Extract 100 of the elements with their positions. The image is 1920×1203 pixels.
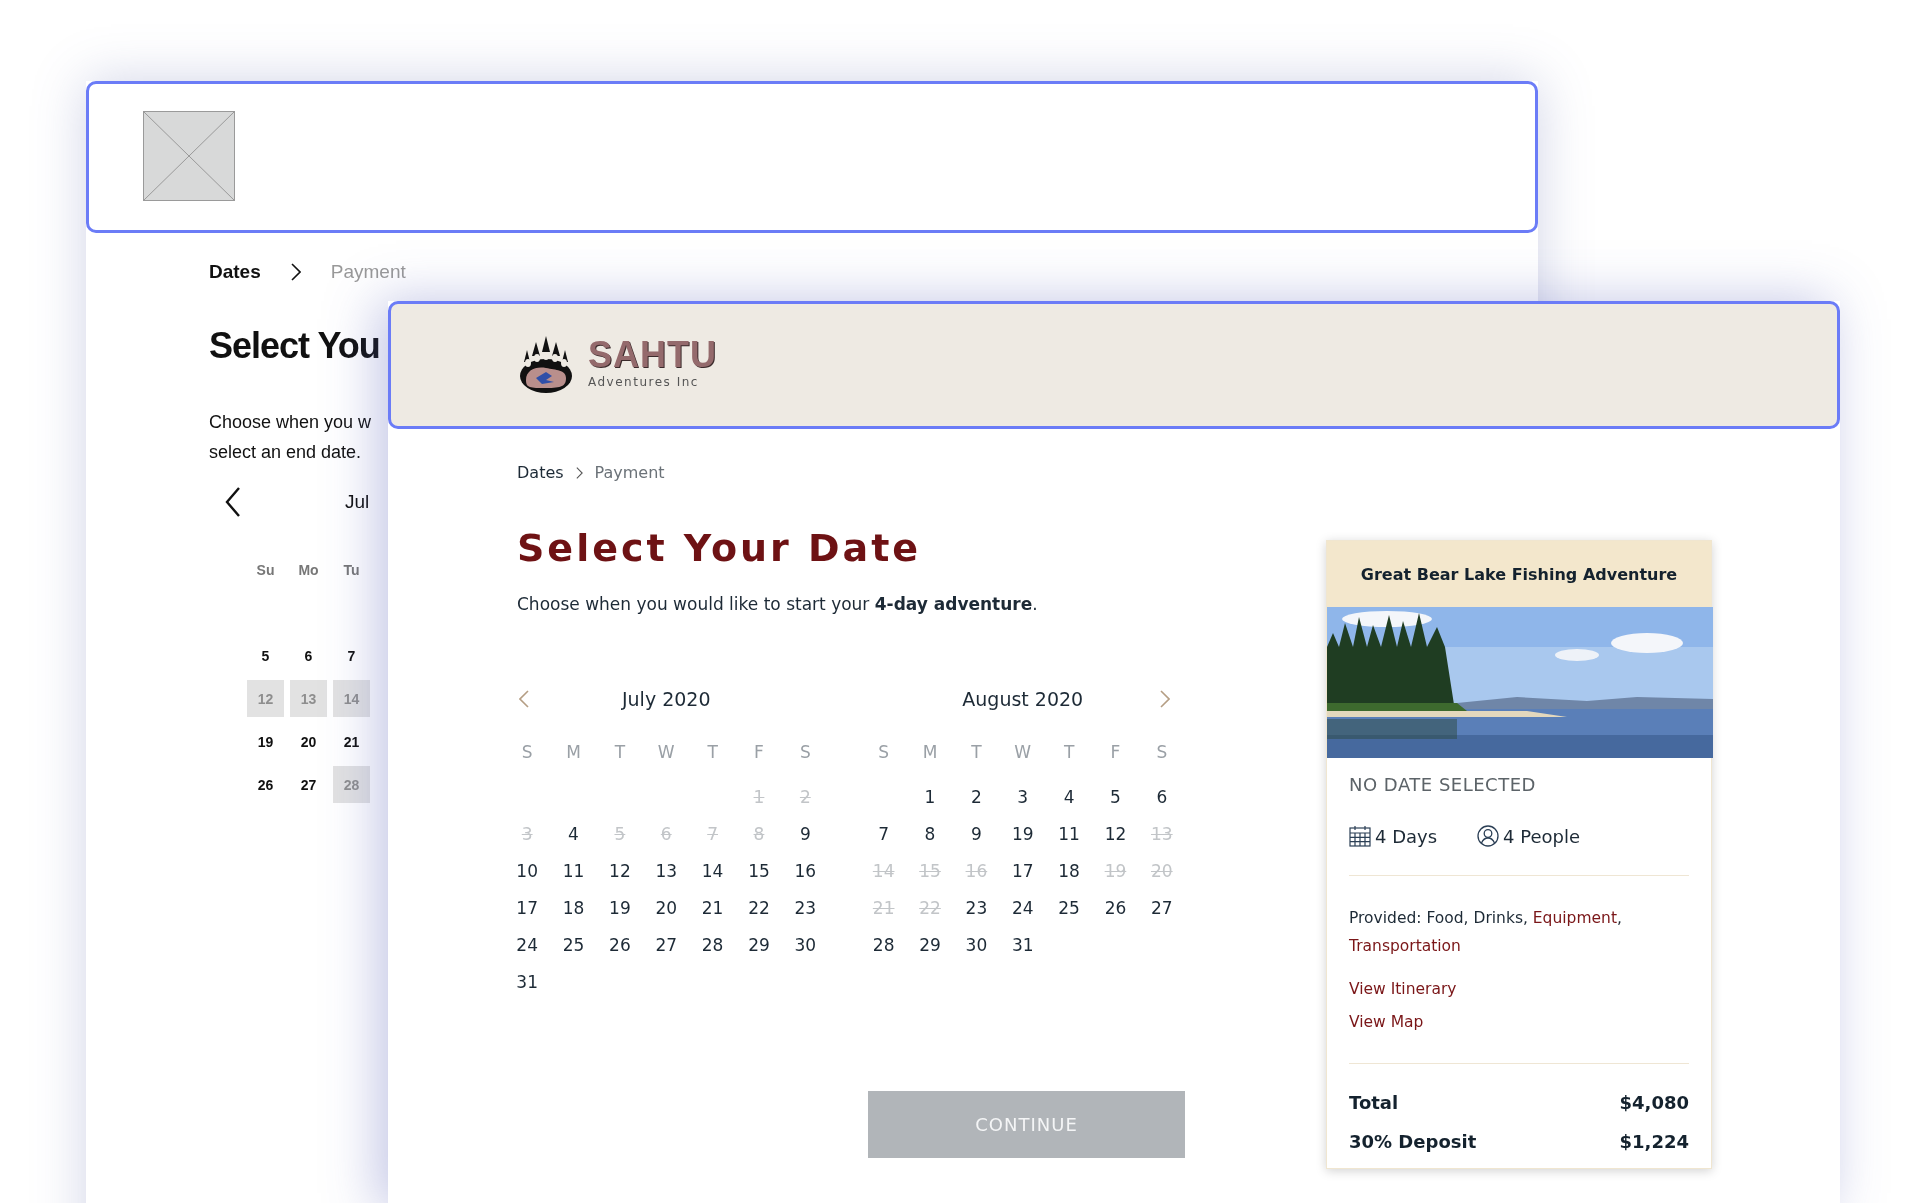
breadcrumb-link[interactable]: Dates xyxy=(209,261,261,283)
weekday-label: S xyxy=(798,742,812,763)
calendar-icon xyxy=(1349,825,1371,847)
calendar-day[interactable]: 3 xyxy=(999,779,1046,816)
calendar-day[interactable]: 6 xyxy=(1138,779,1185,816)
calendar-day[interactable]: 8 xyxy=(906,816,954,853)
provided-link[interactable]: Equipment xyxy=(1532,909,1617,927)
calendar-day[interactable]: 6 xyxy=(290,637,327,674)
calendar-day[interactable]: 7 xyxy=(860,816,907,853)
calendar-day[interactable]: 17 xyxy=(999,853,1046,890)
weekday-label: T xyxy=(1062,742,1076,763)
provided-text: Provided: Food, Drinks, Equipment, Transportation xyxy=(1349,908,1623,957)
calendar-day[interactable]: 18 xyxy=(1045,853,1093,890)
calendar-day[interactable]: 10 xyxy=(504,853,551,890)
month-label: Jul xyxy=(345,491,370,513)
calendar-day[interactable]: 20 xyxy=(290,723,327,760)
stat-text: 4 People xyxy=(1503,825,1581,847)
weekday-label: Tu xyxy=(342,560,361,580)
calendar-day[interactable]: 20 xyxy=(643,890,690,927)
card-link[interactable]: View Map xyxy=(1349,1010,1424,1035)
calendar-day[interactable]: 22 xyxy=(735,890,783,927)
calendar-day[interactable]: 28 xyxy=(860,927,907,964)
calendar-day[interactable]: 2 xyxy=(953,779,1000,816)
weekday-label: M xyxy=(921,742,939,763)
breadcrumb-link[interactable]: Dates xyxy=(517,463,564,482)
total-label: 30% Deposit xyxy=(1349,1131,1477,1152)
calendar-day[interactable]: 19 xyxy=(999,816,1046,853)
total-label: Total xyxy=(1349,1092,1399,1113)
calendar-day[interactable]: 4 xyxy=(550,816,597,853)
page-title: Select You xyxy=(209,325,380,367)
calendar-day[interactable]: 26 xyxy=(596,927,644,964)
calendar-day[interactable]: 21 xyxy=(689,890,736,927)
calendar-day[interactable]: 11 xyxy=(1045,816,1093,853)
calendar-day[interactable]: 19 xyxy=(596,890,644,927)
calendar-day[interactable]: 27 xyxy=(1138,890,1185,927)
calendar-day[interactable]: 30 xyxy=(953,927,1000,964)
calendar-day[interactable]: 28 xyxy=(689,927,736,964)
calendar-day[interactable]: 7 xyxy=(333,637,370,674)
status-label: NO DATE SELECTED xyxy=(1349,774,1537,795)
calendar-day[interactable]: 13 xyxy=(643,853,690,890)
calendar-day[interactable]: 24 xyxy=(999,890,1046,927)
calendar-day[interactable]: 19 xyxy=(247,723,284,760)
calendar-day[interactable]: 21 xyxy=(333,723,370,760)
weekday-label: T xyxy=(706,742,719,763)
chevron-left-icon[interactable] xyxy=(519,690,529,708)
month-label: August 2020 xyxy=(961,688,1085,710)
calendar-day[interactable]: 25 xyxy=(1045,890,1093,927)
month-label: July 2020 xyxy=(620,688,712,710)
page-title: Select Your Date xyxy=(517,526,923,570)
calendar-day[interactable]: 23 xyxy=(782,890,829,927)
calendar-day: 22 xyxy=(906,890,954,927)
calendar-day[interactable]: 12 xyxy=(596,853,644,890)
chevron-right-icon[interactable] xyxy=(1160,690,1170,708)
calendar-day: 20 xyxy=(1138,853,1185,890)
calendar-day: 16 xyxy=(953,853,1000,890)
calendar-day[interactable]: 24 xyxy=(504,927,551,964)
calendar-day: 7 xyxy=(689,816,736,853)
calendar-day: 28 xyxy=(333,766,370,803)
calendar-day[interactable]: 29 xyxy=(906,927,954,964)
calendar-day[interactable]: 11 xyxy=(550,853,597,890)
calendar-day[interactable]: 23 xyxy=(953,890,1000,927)
calendar-day[interactable]: 4 xyxy=(1045,779,1093,816)
calendar-day[interactable]: 30 xyxy=(782,927,829,964)
description-text: select an end date. xyxy=(209,441,363,464)
weekday-label: T xyxy=(970,742,983,763)
calendar-day[interactable]: 1 xyxy=(906,779,954,816)
calendar-day[interactable]: 9 xyxy=(953,816,1000,853)
subtitle-text: Choose when you would like to start your 4-day adventure. xyxy=(517,594,1039,614)
calendar-day[interactable]: 29 xyxy=(735,927,783,964)
calendar-day[interactable]: 9 xyxy=(782,816,829,853)
weekday-label: Mo xyxy=(297,560,320,580)
calendar-day: 13 xyxy=(1138,816,1185,853)
calendar-day: 13 xyxy=(290,680,327,717)
calendar-day[interactable]: 31 xyxy=(504,964,551,1001)
calendar-day: 3 xyxy=(504,816,551,853)
calendar-day[interactable]: 17 xyxy=(504,890,551,927)
calendar-day[interactable]: 16 xyxy=(782,853,829,890)
provided-link[interactable]: Transportation xyxy=(1349,937,1461,955)
calendar-day[interactable]: 26 xyxy=(1092,890,1139,927)
calendar-day[interactable]: 5 xyxy=(1092,779,1139,816)
calendar-day[interactable]: 15 xyxy=(735,853,783,890)
weekday-label: S xyxy=(877,742,891,763)
calendar-day: 1 xyxy=(735,779,783,816)
calendar-day[interactable]: 27 xyxy=(290,766,327,803)
weekday-label: S xyxy=(1155,742,1169,763)
card-link[interactable]: View Itinerary xyxy=(1349,977,1457,1002)
calendar-day[interactable]: 18 xyxy=(550,890,597,927)
calendar-day[interactable]: 26 xyxy=(247,766,284,803)
calendar-day: 14 xyxy=(860,853,907,890)
calendar-day[interactable]: 27 xyxy=(643,927,690,964)
calendar-day: 15 xyxy=(906,853,954,890)
calendar-day[interactable]: 12 xyxy=(1092,816,1139,853)
chevron-right-icon xyxy=(575,466,583,479)
chevron-left-icon xyxy=(225,487,241,517)
calendar-day[interactable]: 31 xyxy=(999,927,1046,964)
breadcrumb-link[interactable]: Payment xyxy=(594,463,665,482)
calendar-day[interactable]: 5 xyxy=(247,637,284,674)
calendar-day[interactable]: 25 xyxy=(550,927,597,964)
calendar-day[interactable]: 14 xyxy=(689,853,736,890)
calendar-day: 12 xyxy=(247,680,284,717)
